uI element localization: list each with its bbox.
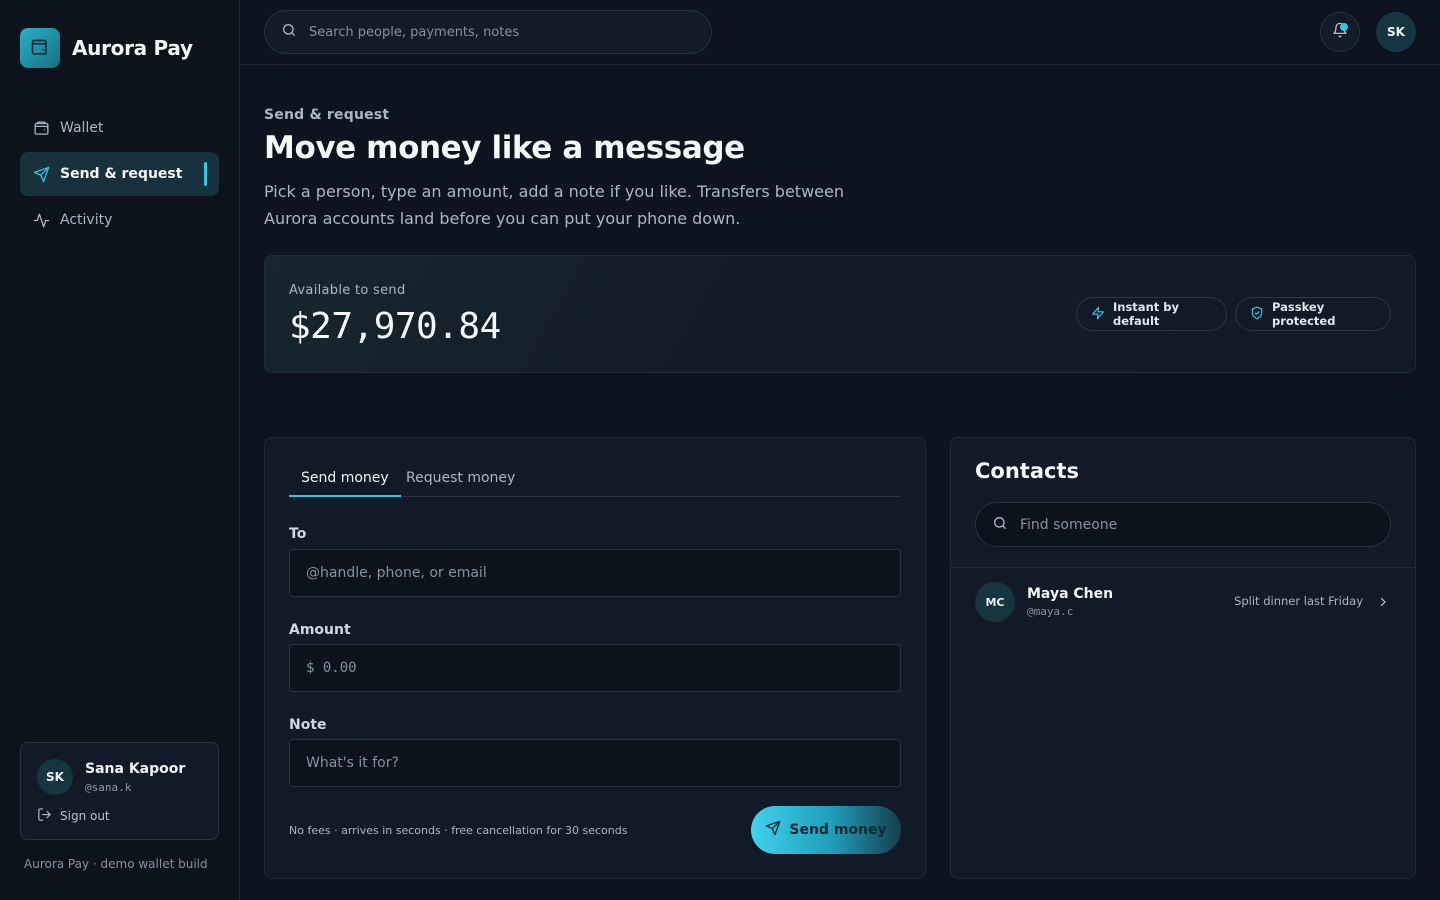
to-field[interactable]: @handle, phone, or email [289,549,901,597]
wallet-logo-icon [20,28,60,68]
lightning-icon [1091,306,1105,323]
send-icon [32,165,50,183]
balance-amount: $27,970.84 [289,306,501,347]
contacts-title: Contacts [975,459,1079,483]
send-money-button[interactable]: Send money [751,806,901,854]
page-subtitle: Pick a person, type an amount, add a not… [264,182,844,228]
balance-card: Available to send $27,970.84 Instant by … [264,255,1416,373]
list-item[interactable]: MC Maya Chen @maya.c Split dinner last F… [975,582,1391,622]
search-icon [281,22,297,42]
badge-label: Passkey protected [1272,300,1336,328]
chevron-right-icon [1375,593,1391,611]
note-field[interactable]: What's it for? [289,739,901,787]
amount-label: Amount [289,622,351,638]
build-note: Aurora Pay · demo wallet build [24,857,208,871]
search-placeholder: Search people, payments, notes [309,24,520,40]
send-form-card: Send money Request money To @handle, pho… [264,437,926,879]
note-label: Note [289,717,327,733]
contacts-card: Contacts Find someone MC Maya Chen @maya… [950,437,1416,879]
passkey-badge: Passkey protected [1235,297,1391,331]
sign-out-button[interactable]: Sign out [37,807,110,825]
tab-request-money[interactable]: Request money [394,462,527,497]
sidebar-item-label: Wallet [60,120,104,136]
avatar: MC [975,582,1015,622]
contact-note: Split dinner last Friday [1234,594,1363,608]
page-eyebrow: Send & request [264,107,390,123]
sidebar: Aurora Pay Wallet Send & request Activit… [0,0,240,900]
brand-name: Aurora Pay [72,36,193,60]
user-handle: @sana.k [85,781,132,794]
search-icon [992,515,1008,535]
badge-label: Instant by default [1113,300,1179,328]
contact-handle: @maya.c [1027,605,1074,618]
sign-out-icon [37,807,52,825]
page-title: Move money like a message [264,130,745,166]
amount-field[interactable]: $ 0.00 [289,644,901,692]
contact-name: Maya Chen [1027,586,1114,602]
brand[interactable]: Aurora Pay [20,28,193,68]
wallet-icon [32,119,50,137]
notifications-button[interactable] [1320,12,1360,52]
sign-out-label: Sign out [60,809,110,823]
user-name: Sana Kapoor [85,761,186,777]
search-input[interactable]: Search people, payments, notes [264,10,712,54]
active-indicator [204,162,207,186]
send-icon [765,820,781,840]
form-footnote: No fees · arrives in seconds · free canc… [289,824,628,837]
sidebar-item-send-request[interactable]: Send & request [20,152,219,196]
instant-badge: Instant by default [1076,297,1227,331]
balance-label: Available to send [289,283,406,298]
tab-send-money[interactable]: Send money [289,462,401,497]
notification-dot [1340,23,1348,31]
avatar[interactable]: SK [37,759,73,795]
form-tabs: Send money Request money [289,462,901,497]
send-button-label: Send money [789,822,887,838]
user-card: SK Sana Kapoor @sana.k Sign out [20,742,219,840]
activity-icon [32,211,50,229]
contact-search-input[interactable]: Find someone [975,502,1391,547]
shield-icon [1250,306,1264,323]
sidebar-item-label: Send & request [60,166,183,182]
sidebar-nav: Wallet Send & request Activity [20,106,219,244]
divider [951,567,1415,568]
avatar[interactable]: SK [1376,12,1416,52]
sidebar-item-label: Activity [60,212,113,228]
top-bar: Search people, payments, notes SK [240,0,1440,65]
to-label: To [289,526,307,542]
sidebar-item-activity[interactable]: Activity [20,198,219,242]
contact-search-placeholder: Find someone [1020,516,1118,533]
sidebar-item-wallet[interactable]: Wallet [20,106,219,150]
